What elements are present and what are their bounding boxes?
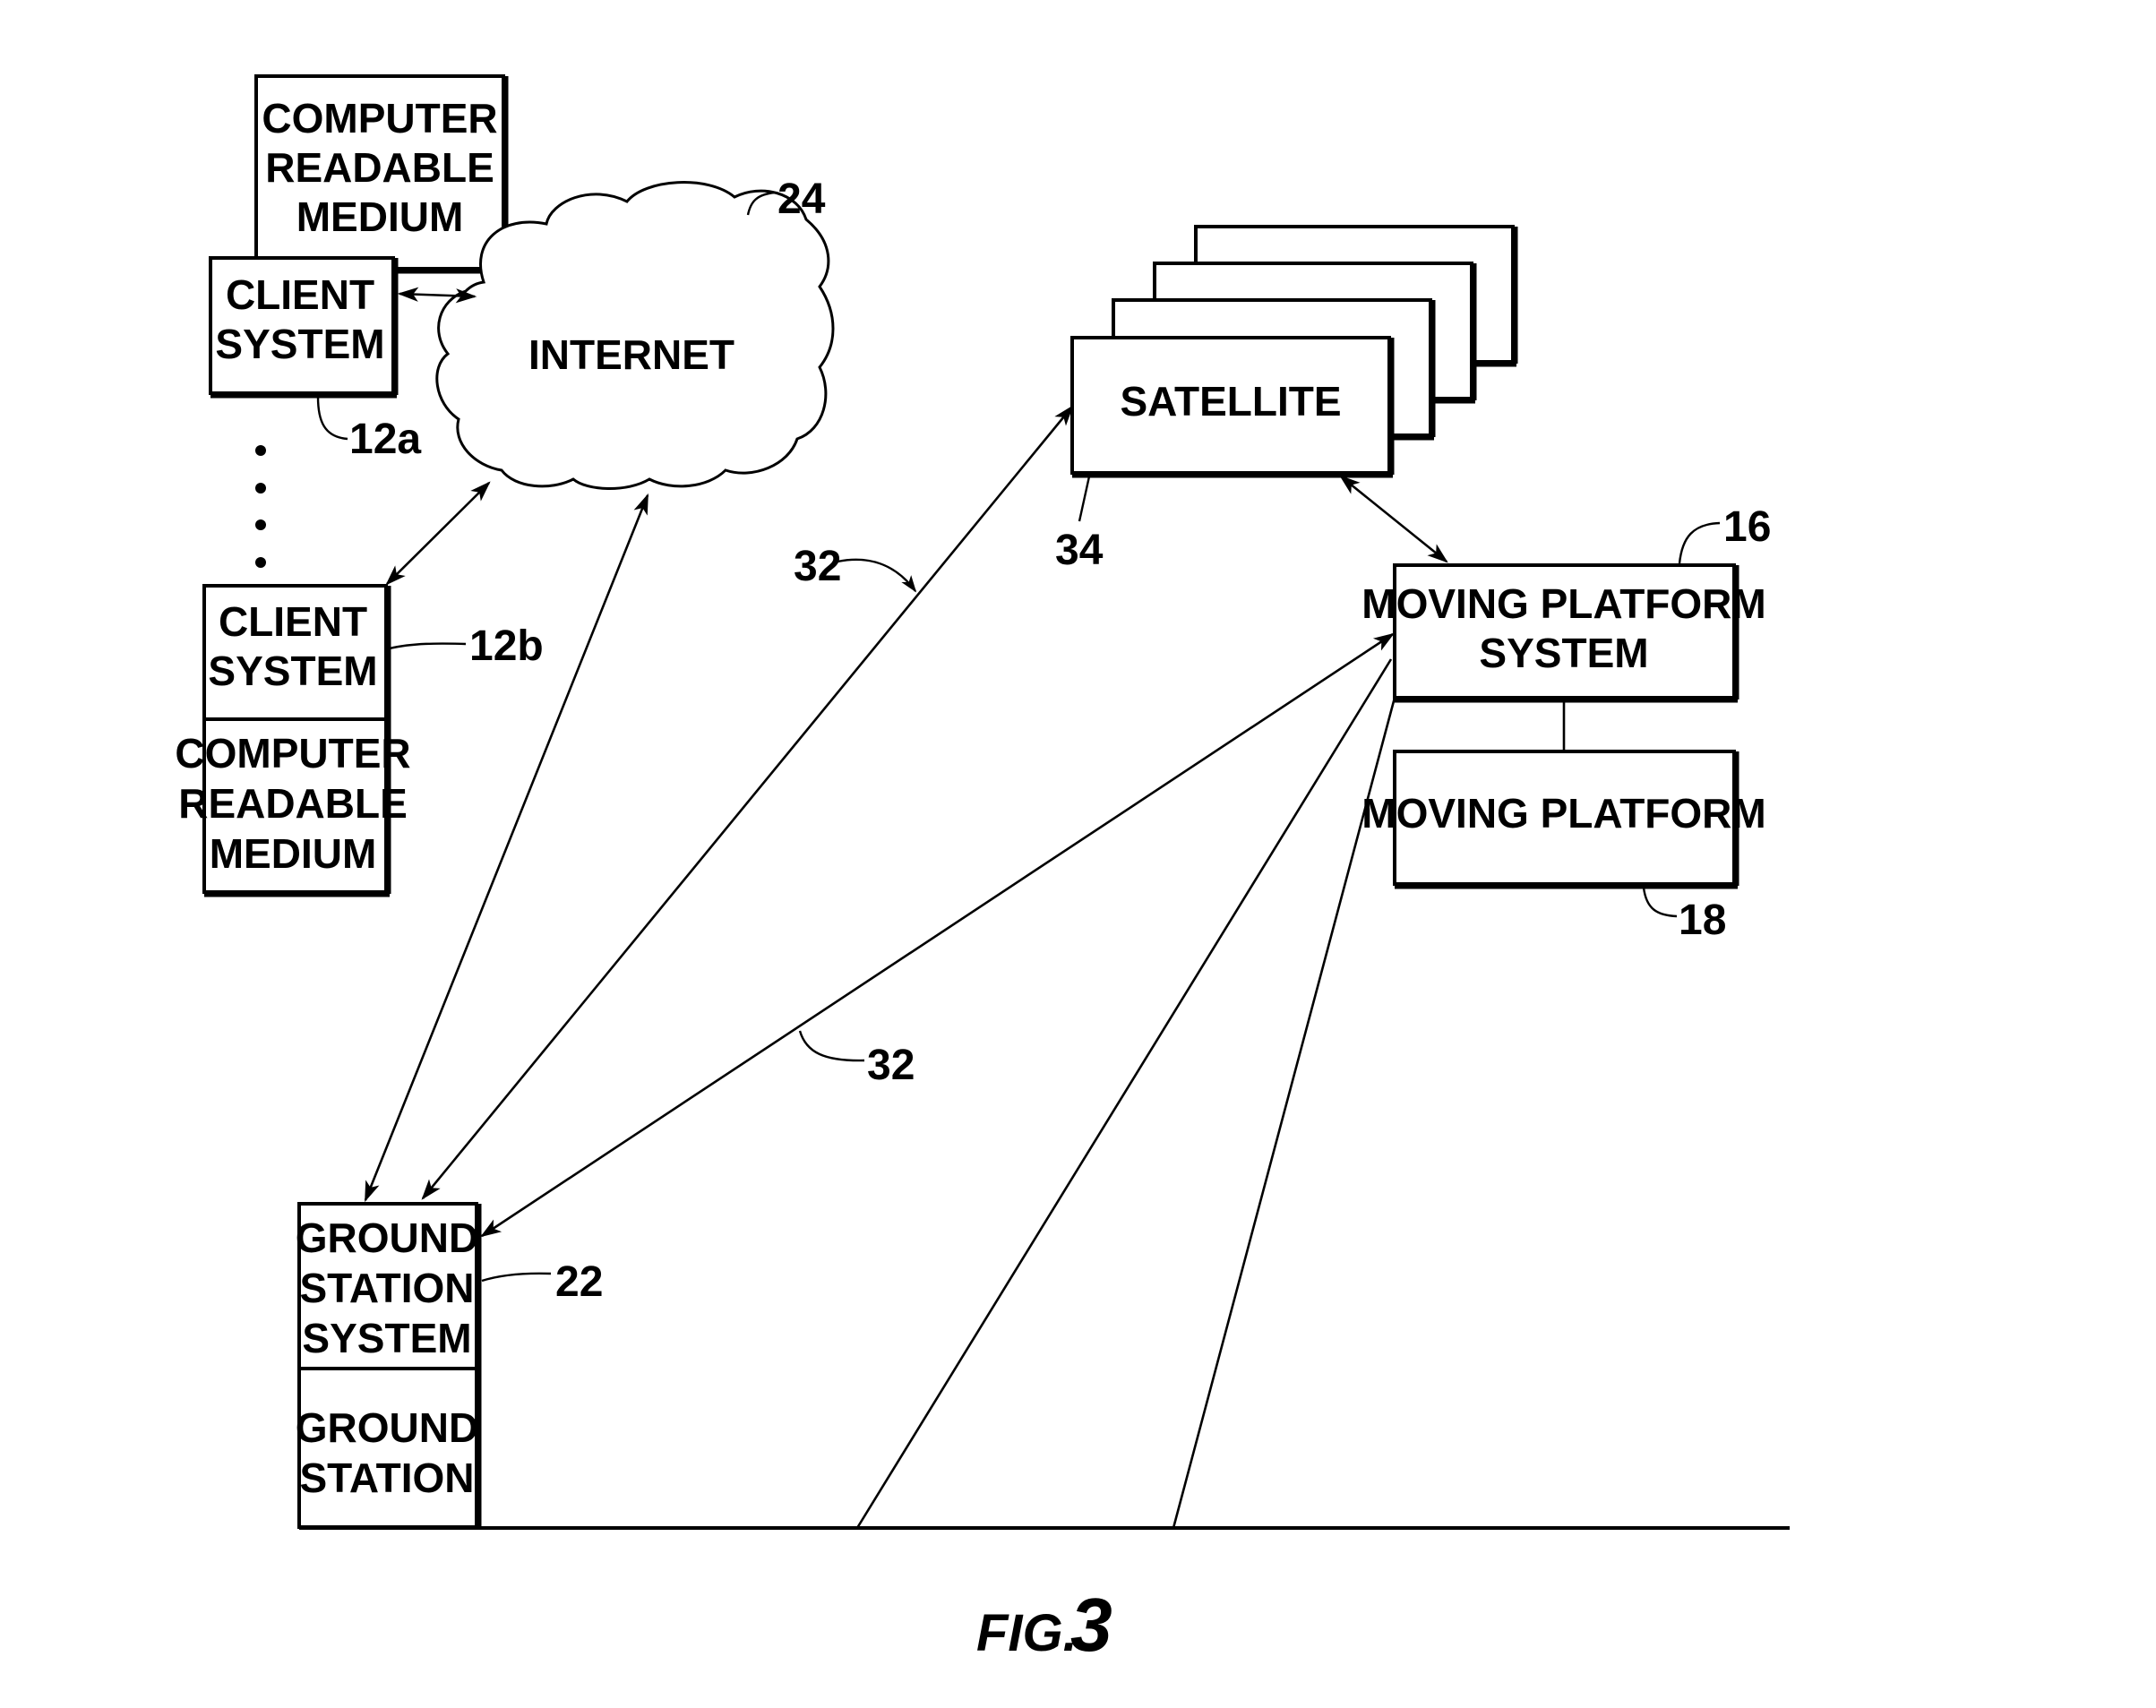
crm-top-line-1: COMPUTER [262, 95, 497, 142]
link-satellite-mps [1339, 475, 1448, 563]
gss-line-3: SYSTEM [302, 1315, 471, 1361]
ref-34-leader [1078, 476, 1091, 522]
ref-12a-leader [316, 396, 348, 441]
beam-line-2 [1172, 697, 1396, 1529]
ground-station-box: GROUND STATION SYSTEM GROUND STATION [296, 1202, 482, 1529]
mps-line-2: SYSTEM [1479, 630, 1648, 676]
moving-platform-system-box: MOVING PLATFORM SYSTEM [1361, 563, 1766, 703]
satellite-stack: SATELLITE [1070, 225, 1518, 478]
crm-top-line-2: READABLE [265, 144, 494, 191]
gss-line-2: STATION [299, 1265, 474, 1311]
link-internet-client-b [385, 481, 491, 586]
ref-12b: 12b [469, 622, 544, 670]
moving-platform-box: MOVING PLATFORM [1361, 750, 1766, 889]
fig3-diagram: COMPUTER READABLE MEDIUM CLIENT SYSTEM 1… [175, 74, 1790, 1667]
gs-line-1: GROUND [296, 1404, 478, 1451]
ref-24: 24 [777, 176, 826, 223]
satellite-label: SATELLITE [1120, 378, 1341, 425]
beam-line-1 [855, 658, 1393, 1529]
internet-label: INTERNET [528, 331, 734, 378]
client-a-line-1: CLIENT [226, 271, 374, 318]
ref-18-leader [1642, 887, 1678, 918]
client-system-a-box: CLIENT SYSTEM [209, 256, 399, 399]
mps-line-1: MOVING PLATFORM [1361, 580, 1765, 627]
crm-top-line-3: MEDIUM [296, 193, 464, 240]
ref-32-lower: 32 [867, 1042, 915, 1089]
gss-line-1: GROUND [296, 1214, 478, 1261]
gs-line-2: STATION [299, 1455, 474, 1501]
ellipsis-dots [255, 445, 266, 568]
crm-bottom-line-2: READABLE [178, 780, 408, 827]
ref-32-upper-leader [837, 558, 917, 593]
ref-12a: 12a [349, 416, 421, 463]
figure-caption-number: 3 [1070, 1583, 1112, 1667]
crm-bottom-line-3: MEDIUM [210, 830, 377, 877]
figure-caption-prefix: FIG. [976, 1604, 1078, 1662]
ref-16-leader [1678, 521, 1721, 564]
ref-12b-leader [389, 642, 467, 650]
link-satellite-ground-station [421, 405, 1074, 1200]
ref-18: 18 [1679, 897, 1726, 944]
client-b-line-1: CLIENT [219, 598, 367, 645]
ref-22: 22 [555, 1258, 603, 1306]
crm-bottom-line-1: COMPUTER [175, 730, 410, 777]
crm-top-box: COMPUTER READABLE MEDIUM [254, 74, 509, 274]
link-mps-ground-station [480, 632, 1395, 1238]
moving-platform-label: MOVING PLATFORM [1361, 790, 1765, 837]
ref-16: 16 [1723, 503, 1771, 551]
client-b-line-2: SYSTEM [208, 648, 377, 694]
ref-22-leader [481, 1272, 552, 1283]
client-a-line-2: SYSTEM [215, 321, 384, 367]
ref-32-upper: 32 [794, 543, 841, 590]
ref-32-lower-leader [798, 1030, 865, 1062]
client-system-b-box: CLIENT SYSTEM COMPUTER READABLE MEDIUM [175, 584, 411, 897]
ref-34: 34 [1055, 527, 1104, 574]
